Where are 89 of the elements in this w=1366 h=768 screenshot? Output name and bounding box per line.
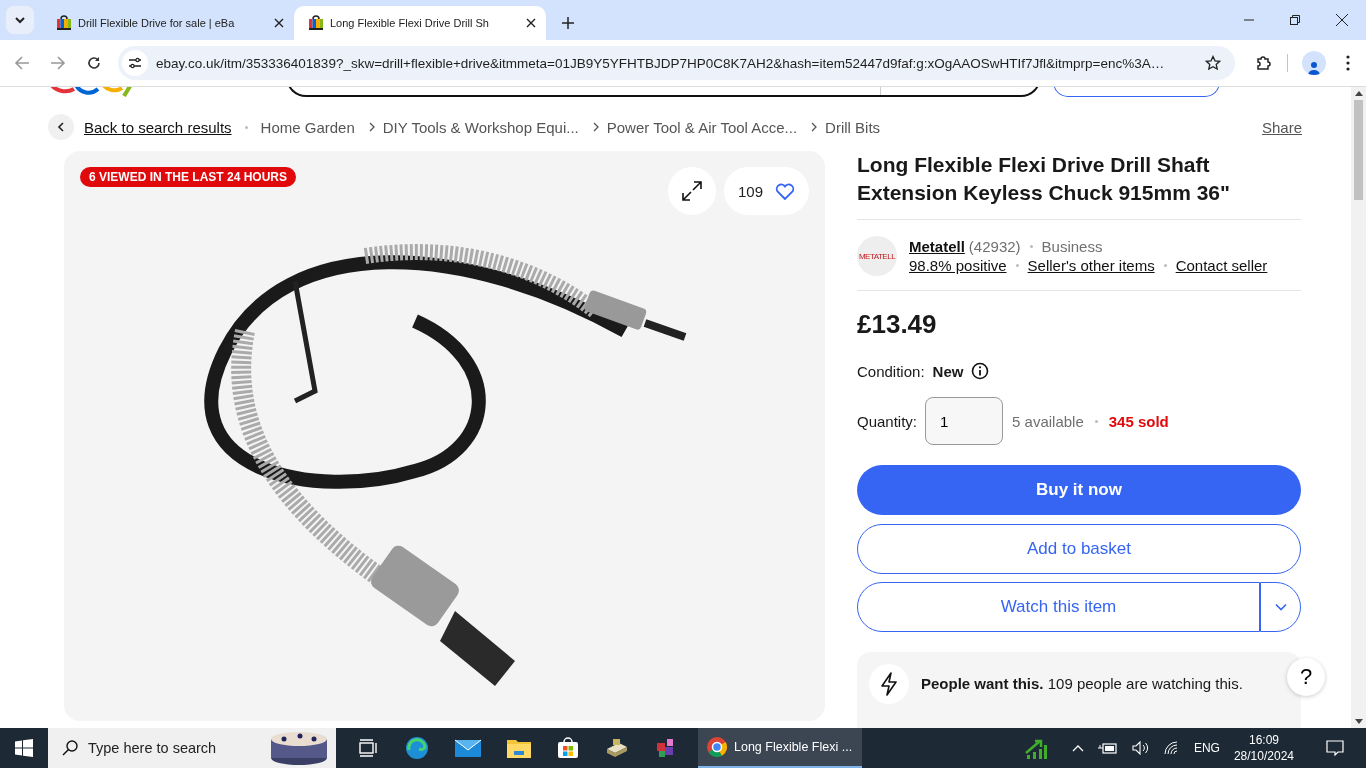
watch-options-button[interactable] — [1260, 582, 1301, 632]
close-icon[interactable] — [1336, 14, 1348, 26]
chevron-right-icon — [592, 122, 599, 132]
puzzle-piece-icon[interactable] — [1255, 54, 1273, 72]
search-highlight-drawing — [270, 730, 328, 766]
watch-count-button[interactable]: 109 — [723, 167, 809, 215]
scanner-icon[interactable] — [605, 739, 629, 757]
notification-icon[interactable] — [1326, 740, 1344, 756]
watch-item-button[interactable]: Watch this item — [857, 582, 1260, 632]
address-bar[interactable]: ebay.co.uk/itm/353336401839?_skw=drill+flexible+drive&itmmeta=01JB9Y5YFHTBJDP7HP0C8K7AH2&hash=item52447d9faf:g:xOgAAOSwHTIf7Jfl&itmprp=enc%3A… — [118, 46, 1235, 80]
share-link[interactable]: Share — [1261, 118, 1302, 136]
breadcrumb-link[interactable]: Power Tool & Air Tool Acce... — [606, 118, 798, 136]
chrome-icon — [706, 736, 728, 758]
scrollbar-thumb[interactable] — [1354, 100, 1363, 200]
scroll-down-arrow-icon[interactable] — [1354, 719, 1363, 724]
buy-it-now-button[interactable]: Buy it now — [857, 465, 1301, 515]
taskbar-search-field[interactable]: Type here to search — [48, 728, 336, 768]
heart-icon — [775, 182, 795, 200]
positive-feedback-link[interactable]: 98.8% positive — [909, 257, 1007, 274]
product-title: Long Flexible Flexi Drive Drill Shaft Extension Keyless Chuck 915mm 36" — [857, 151, 1301, 220]
chevron-right-icon — [811, 122, 818, 132]
lightning-icon — [869, 664, 909, 704]
condition-label: Condition: — [857, 362, 925, 380]
expand-button[interactable] — [667, 167, 716, 215]
available-count: 5 available — [1012, 412, 1084, 430]
feedback-count: (42932) — [968, 238, 1021, 255]
growth-chart-icon[interactable] — [1023, 737, 1048, 759]
views-badge: 6 VIEWED IN THE LAST 24 HOURS — [80, 167, 297, 187]
folder-icon[interactable] — [507, 738, 531, 758]
wifi-icon[interactable] — [1163, 741, 1180, 755]
reload-icon[interactable] — [86, 55, 102, 71]
back-to-search-link[interactable]: Back to search results — [84, 118, 232, 136]
seller-name-link[interactable]: Metatell — [909, 238, 965, 255]
battery-icon[interactable] — [1097, 742, 1118, 754]
more-options-icon[interactable] — [1346, 55, 1350, 71]
restore-icon[interactable] — [1290, 15, 1300, 25]
mail-icon[interactable] — [455, 738, 481, 758]
shopping-bag-icon — [56, 15, 72, 31]
taskbar-window-button[interactable]: Long Flexible Flexi ... — [698, 728, 863, 768]
quantity-label: Quantity: — [857, 412, 918, 430]
scroll-up-arrow-icon[interactable] — [1354, 91, 1363, 96]
separator-dot — [1015, 264, 1019, 267]
caret-icon — [1274, 603, 1287, 611]
search-icon — [62, 740, 78, 756]
watchers-message: People want this. 109 people are watching this. — [921, 675, 1243, 692]
browser-tab[interactable]: Long Flexible Flexi Drive Drill Sh — [294, 6, 546, 40]
contact-seller-link[interactable]: Contact seller — [1175, 257, 1268, 274]
windows-start-icon[interactable] — [15, 739, 33, 757]
tab-title: Drill Flexible Drive for sale | eBa — [78, 17, 236, 29]
seller-logo: METATELL — [857, 236, 897, 276]
store-icon[interactable] — [557, 737, 579, 759]
chevron-right-icon — [368, 122, 375, 132]
other-items-link[interactable]: Seller's other items — [1027, 257, 1155, 274]
site-settings-icon[interactable] — [122, 50, 148, 76]
seller-type: Business — [1041, 238, 1103, 255]
separator-dot — [1094, 419, 1098, 423]
expand-icon — [680, 180, 703, 202]
profile-icon[interactable] — [1302, 51, 1326, 75]
back-arrow-icon[interactable] — [14, 55, 30, 71]
speaker-icon[interactable] — [1131, 741, 1150, 755]
chevron-up-icon[interactable] — [1071, 744, 1084, 752]
info-icon[interactable] — [971, 362, 990, 380]
tab-title: Long Flexible Flexi Drive Drill Sh — [330, 17, 490, 29]
close-icon[interactable] — [526, 18, 536, 28]
bookmark-star-icon[interactable] — [1205, 55, 1221, 71]
quantity-field[interactable]: 1 — [925, 397, 1004, 445]
help-button[interactable]: ? — [1287, 658, 1325, 696]
browser-tab[interactable]: Drill Flexible Drive for sale | eBa — [42, 6, 294, 40]
sold-count: 345 sold — [1108, 412, 1169, 430]
forward-arrow-icon[interactable] — [50, 55, 66, 71]
tab-search-button[interactable] — [6, 6, 34, 34]
breadcrumb-link[interactable]: Drill Bits — [825, 118, 881, 136]
breadcrumb-link[interactable]: DIY Tools & Workshop Equi... — [382, 118, 579, 136]
separator-dot — [1029, 245, 1033, 248]
back-icon[interactable] — [48, 114, 74, 140]
clock[interactable]: 16:09 28/10/2024 — [1233, 732, 1294, 764]
separator-dot — [1163, 264, 1167, 267]
add-to-basket-button[interactable]: Add to basket — [857, 524, 1301, 574]
edge-browser-icon[interactable] — [405, 736, 429, 760]
new-tab-icon[interactable] — [562, 17, 574, 29]
chevron-down-icon — [14, 16, 26, 24]
price: £13.49 — [857, 309, 938, 340]
shopping-bag-icon — [308, 15, 324, 31]
separator-dot — [244, 125, 248, 129]
task-view-icon[interactable] — [359, 739, 379, 757]
condition-value: New — [932, 362, 964, 380]
language-indicator[interactable]: ENG — [1193, 741, 1220, 755]
breadcrumb-link[interactable]: Home Garden — [260, 118, 355, 136]
close-icon[interactable] — [274, 18, 284, 28]
